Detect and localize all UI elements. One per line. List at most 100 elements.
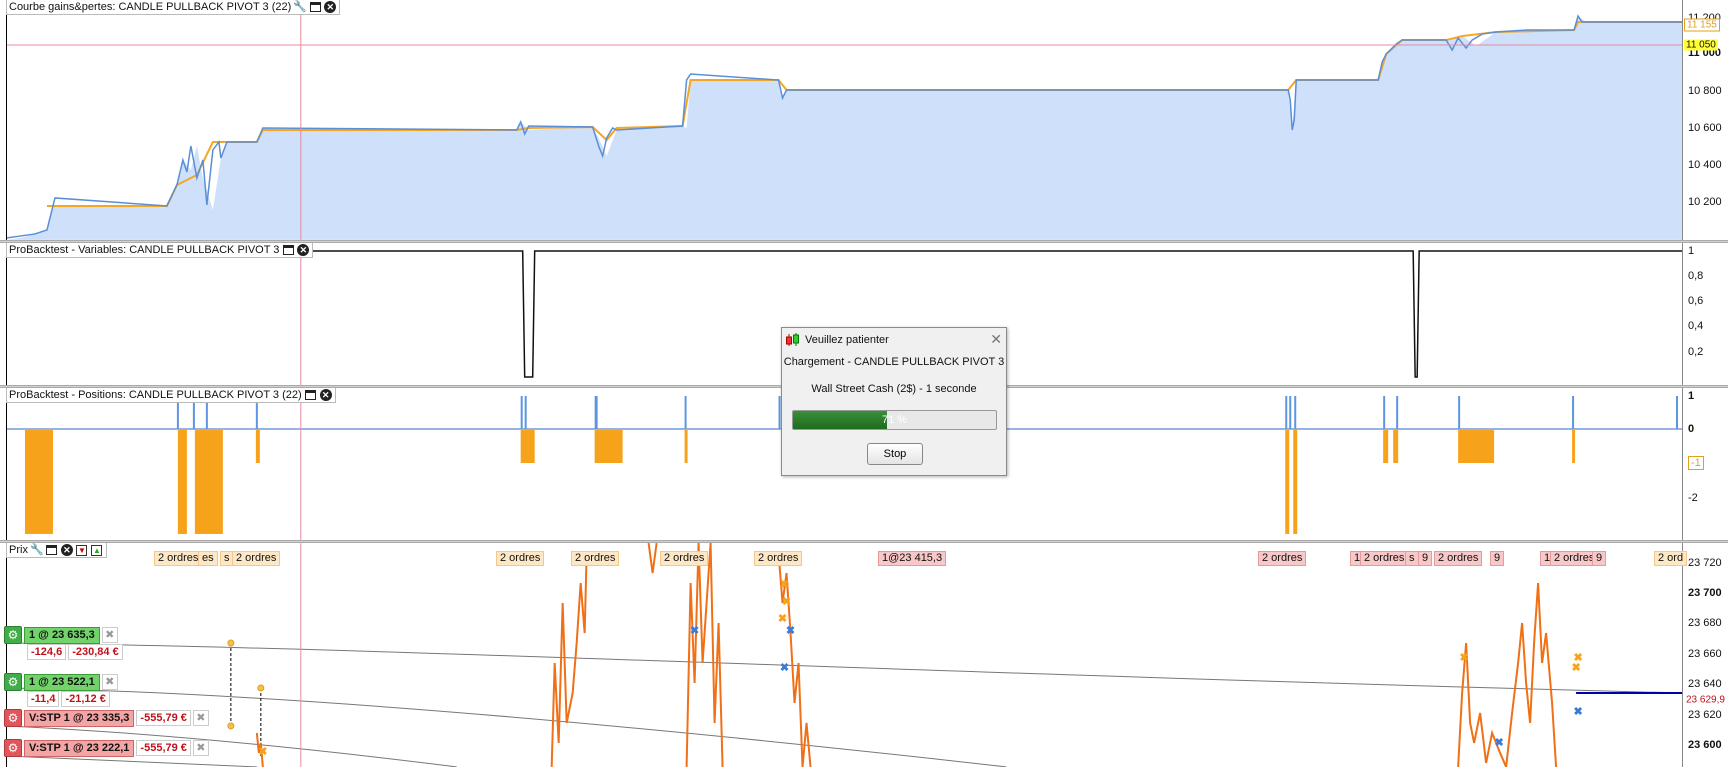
order-tag[interactable]: 2 ordres — [496, 551, 545, 566]
price-tick: 23 680 — [1688, 617, 1722, 629]
position-pnl-row: -11,4 -21,12 € — [27, 691, 110, 707]
order-tag[interactable]: 9 — [1592, 551, 1607, 566]
trade-cross-markers: ✖ ✖ ✖ ✖ ✖ ✖ ✖ ✖ ✖ ✖ ✖ ✖ — [258, 579, 1582, 758]
position-pnl-points: -124,6 — [27, 644, 67, 660]
upload-icon[interactable]: ▲ — [91, 544, 103, 556]
order-tag[interactable]: es — [198, 551, 218, 566]
download-icon[interactable]: ▼ — [76, 544, 88, 556]
wrench-icon[interactable]: 🔧 — [293, 1, 307, 13]
svg-text:✖: ✖ — [1494, 737, 1503, 749]
svg-text:✖: ✖ — [782, 596, 791, 608]
svg-text:✖: ✖ — [786, 625, 795, 637]
window-icon[interactable] — [309, 1, 321, 13]
order-tag[interactable]: 2 ordres — [1360, 551, 1409, 566]
price-line — [255, 543, 1558, 767]
price-pane-title-bar: Prix 🔧 ✕ ▼ ▲ — [6, 543, 107, 558]
variables-pane-title: ProBacktest - Variables: CANDLE PULLBACK… — [9, 244, 280, 256]
equity-chart[interactable] — [6, 0, 1682, 240]
price-axis[interactable]: 23 720 23 700 23 680 23 660 23 640 23 62… — [1682, 543, 1728, 767]
equity-tick: 10 600 — [1688, 122, 1722, 134]
order-tag[interactable]: 1@23 415,3 — [878, 551, 947, 566]
equity-tick: 10 800 — [1688, 85, 1722, 97]
positions-pane-title-bar: ProBacktest - Positions: CANDLE PULLBACK… — [6, 388, 336, 403]
svg-text:✖: ✖ — [690, 625, 699, 637]
variables-tick: 0,2 — [1688, 346, 1704, 358]
equity-axis[interactable]: 11 200 11 000 10 800 10 600 10 400 10 20… — [1682, 0, 1728, 240]
close-x-icon[interactable]: ✖ — [101, 674, 118, 690]
variables-tick: 0,4 — [1688, 320, 1704, 332]
window-icon[interactable] — [46, 544, 58, 556]
positions-tick: 0 — [1688, 423, 1695, 435]
price-chart[interactable]: ✖ ✖ ✖ ✖ ✖ ✖ ✖ ✖ ✖ ✖ ✖ ✖ — [6, 543, 1682, 767]
variables-tick: 1 — [1688, 245, 1695, 257]
dialog-title-bar: Veuillez patienter — [782, 328, 1006, 352]
svg-text:✖: ✖ — [258, 746, 267, 758]
wrench-icon[interactable]: 🔧 — [30, 544, 44, 556]
svg-text:✖: ✖ — [1573, 706, 1582, 718]
gear-icon[interactable]: ⚙ — [4, 626, 22, 644]
order-tag[interactable]: 2 ordres — [754, 551, 803, 566]
gear-icon[interactable]: ⚙ — [4, 739, 22, 757]
order-tag[interactable]: 2 ordres — [1434, 551, 1483, 566]
close-icon[interactable]: ✕ — [990, 331, 1002, 348]
dialog-loading-text: Chargement - CANDLE PULLBACK PIVOT 3 — [783, 356, 1005, 368]
equity-pane-title-bar: Courbe gains&pertes: CANDLE PULLBACK PIV… — [6, 0, 341, 15]
close-icon[interactable]: ✕ — [324, 1, 337, 13]
svg-text:✖: ✖ — [1571, 662, 1580, 674]
position-quantity[interactable]: 1 @ 23 522,1 — [24, 673, 100, 691]
stop-order-label[interactable]: V:STP 1 @ 23 222,1 — [24, 739, 135, 757]
open-position-row: ⚙ 1 @ 23 635,3 ✖ — [4, 626, 118, 644]
position-pnl-euros: -230,84 € — [68, 644, 123, 660]
order-tag[interactable]: 2 ordres — [232, 551, 281, 566]
order-tag[interactable]: 9 — [1418, 551, 1433, 566]
price-tick: 23 660 — [1688, 648, 1722, 660]
progress-bar: 71 % — [792, 410, 997, 430]
variables-axis[interactable]: 1 0,8 0,6 0,4 0,2 — [1682, 243, 1728, 385]
price-tick: 23 720 — [1688, 557, 1722, 569]
order-tag[interactable]: 2 ordres — [571, 551, 620, 566]
order-tag[interactable]: 2 ord — [1654, 551, 1688, 566]
price-tick: 23 640 — [1688, 678, 1722, 690]
price-tick: 23 620 — [1688, 709, 1722, 721]
stop-order-label[interactable]: V:STP 1 @ 23 335,3 — [24, 709, 135, 727]
position-quantity[interactable]: 1 @ 23 635,3 — [24, 626, 100, 644]
variables-tick: 0,8 — [1688, 270, 1704, 282]
stop-order-euros: -555,79 € — [136, 740, 191, 756]
price-pane-title: Prix — [9, 544, 28, 556]
progress-label: 71 % — [881, 414, 908, 426]
stop-order-euros: -555,79 € — [136, 710, 191, 726]
svg-text:✖: ✖ — [1460, 652, 1469, 664]
candle-icon — [786, 333, 799, 346]
gear-icon[interactable]: ⚙ — [4, 673, 22, 691]
equity-crosshair-tag: 11 050 — [1684, 39, 1718, 51]
positions-pane-title: ProBacktest - Positions: CANDLE PULLBACK… — [9, 389, 302, 401]
close-icon[interactable]: ✕ — [297, 244, 310, 256]
dialog-instrument-text: Wall Street Cash (2$) - 1 seconde — [811, 383, 977, 395]
stop-order-row: ⚙ V:STP 1 @ 23 335,3 -555,79 € ✖ — [4, 709, 209, 727]
close-icon[interactable]: ✕ — [319, 389, 332, 401]
stop-order-row: ⚙ V:STP 1 @ 23 222,1 -555,79 € ✖ — [4, 739, 209, 757]
order-tag[interactable]: 2 ordres — [1258, 551, 1307, 566]
window-icon[interactable] — [305, 389, 317, 401]
order-tag[interactable]: 9 — [1490, 551, 1505, 566]
price-tick: 23 700 — [1688, 587, 1722, 599]
close-x-icon[interactable]: ✖ — [192, 710, 209, 726]
stop-button[interactable]: Stop — [867, 443, 923, 465]
price-tick: 23 600 — [1688, 739, 1722, 751]
order-tag[interactable]: s — [1405, 551, 1419, 566]
positions-tick: -2 — [1688, 492, 1698, 504]
window-icon[interactable] — [282, 244, 294, 256]
position-pnl-points: -11,4 — [27, 691, 60, 707]
gear-icon[interactable]: ⚙ — [4, 709, 22, 727]
svg-text:✖: ✖ — [780, 662, 789, 674]
close-x-icon[interactable]: ✖ — [192, 740, 209, 756]
order-tag[interactable]: 2 ordres — [154, 551, 203, 566]
close-icon[interactable]: ✕ — [60, 544, 73, 556]
close-x-icon[interactable]: ✖ — [101, 627, 118, 643]
variables-tick: 0,6 — [1688, 295, 1704, 307]
order-tag[interactable]: 2 ordres — [660, 551, 709, 566]
positions-tick: 1 — [1688, 390, 1695, 402]
positions-axis[interactable]: 1 0 -1 -2 — [1682, 388, 1728, 540]
loading-dialog: Veuillez patienter ✕ Chargement - CANDLE… — [781, 327, 1007, 476]
equity-tick: 10 400 — [1688, 159, 1722, 171]
